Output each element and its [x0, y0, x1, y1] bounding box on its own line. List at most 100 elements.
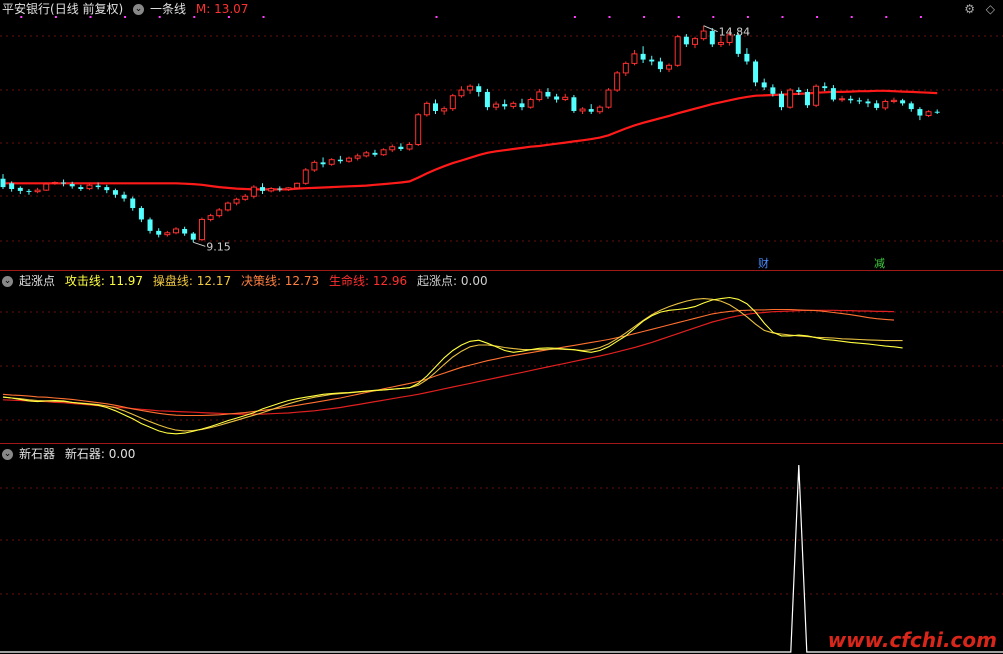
candle-body — [250, 186, 257, 197]
candle-body — [527, 99, 534, 108]
candle-body — [441, 108, 448, 112]
candle-body — [0, 178, 6, 188]
top-marker — [850, 16, 853, 18]
candle-body — [717, 41, 724, 45]
juece-line-label: 决策线: 12.73 — [240, 274, 320, 288]
candle-body — [121, 194, 127, 199]
candle-body — [787, 89, 794, 108]
candle-body — [449, 95, 456, 110]
gongji-line-label: 攻击线: 11.97 — [64, 274, 144, 288]
candle-body — [900, 100, 906, 104]
candle-body — [164, 232, 171, 236]
chevron-down-icon[interactable]: ⌄ — [2, 276, 13, 287]
candle-body — [579, 108, 586, 112]
chevron-down-icon[interactable]: ⌄ — [133, 4, 145, 15]
oscillator-name[interactable]: 起涨点 — [19, 274, 55, 288]
qizhang-point-label: 起涨点: 0.00 — [417, 274, 488, 288]
stock-chart: 14.84 9.15 — [0, 16, 1003, 653]
candle-body — [571, 97, 577, 111]
top-marker — [816, 16, 819, 18]
candle-body — [285, 187, 292, 190]
candle-body — [207, 215, 214, 220]
gongji-line — [2, 296, 903, 435]
candle-body — [78, 187, 84, 189]
candle-body — [389, 146, 396, 151]
candle-body — [502, 104, 508, 107]
candle-body — [874, 103, 880, 108]
period-label: (日线 前复权) — [50, 2, 124, 16]
oscillator-panel-header: ⌄ 起涨点 攻击线: 11.97 操盘线: 12.17 决策线: 12.73 生命… — [2, 273, 494, 289]
candle-body — [363, 152, 370, 157]
top-marker — [262, 16, 265, 18]
candle-body — [649, 59, 655, 62]
candle-body — [674, 36, 681, 66]
finance-tag[interactable]: 财 — [756, 257, 771, 270]
candle-body — [700, 30, 707, 40]
candle-body — [890, 99, 897, 102]
candle-body — [666, 64, 673, 70]
top-marker — [643, 16, 646, 18]
candle-body — [95, 185, 101, 188]
top-marker — [885, 16, 888, 18]
candle-body — [476, 86, 482, 92]
candle-body — [519, 103, 525, 108]
m-value: M: 13.07 — [195, 2, 249, 16]
candle-body — [268, 188, 275, 192]
candle-body — [882, 100, 889, 109]
top-marker — [608, 16, 611, 18]
candle-body — [415, 114, 422, 145]
candle-body — [614, 72, 621, 91]
candle-body — [86, 184, 93, 190]
candle-body — [294, 182, 301, 189]
candle-body — [588, 109, 594, 112]
stock-name[interactable]: 平安银行 — [2, 2, 50, 16]
chevron-down-icon[interactable]: ⌄ — [2, 449, 13, 460]
candle-body — [683, 36, 689, 45]
top-marker — [573, 16, 576, 18]
candle-body — [9, 183, 15, 189]
candle-body — [467, 85, 474, 91]
candle-body — [26, 190, 32, 192]
xinshiqi-value: 新石器: 0.00 — [64, 447, 136, 461]
indicator-name[interactable]: 一条线 — [150, 2, 186, 16]
reduction-tag[interactable]: 减 — [872, 257, 887, 270]
xinshiqi-name[interactable]: 新石器 — [19, 447, 55, 461]
candle-body — [380, 149, 387, 156]
candle-body — [908, 103, 914, 110]
candle-body — [190, 233, 196, 240]
candle-body — [493, 103, 500, 108]
main-panel-header: 平安银行(日线 前复权) ⌄ 一条线 M: 13.07 — [2, 1, 254, 17]
candle-body — [779, 93, 784, 108]
candle-body — [554, 96, 560, 100]
high-price-label: 14.84 — [719, 26, 751, 39]
candle-body — [692, 38, 698, 45]
candle-body — [198, 218, 205, 241]
candle-body — [596, 106, 603, 113]
settings-gear-icon[interactable]: ⚙ — [964, 2, 975, 16]
candle-body — [839, 98, 846, 101]
diamond-icon[interactable]: ◇ — [986, 2, 995, 16]
candle-body — [406, 143, 413, 150]
candle-body — [328, 159, 335, 165]
candle-body — [848, 98, 854, 101]
candle-body — [138, 208, 144, 220]
candle-body — [216, 209, 223, 217]
candle-body — [562, 96, 569, 101]
candle-body — [856, 100, 862, 102]
candle-body — [320, 162, 326, 165]
candle-body — [631, 53, 638, 64]
candle-body — [830, 88, 836, 100]
candle-body — [657, 61, 663, 70]
candle-body — [242, 195, 249, 200]
candle-body — [622, 62, 629, 74]
candle-body — [233, 198, 240, 204]
candle-body — [156, 230, 162, 235]
candle-body — [130, 198, 136, 209]
xinshiqi-panel-header: ⌄ 新石器 新石器: 0.00 — [2, 446, 141, 462]
candle-body — [761, 82, 767, 88]
candle-body — [51, 182, 58, 185]
candle-body — [34, 189, 41, 193]
caopan-line-label: 操盘线: 12.17 — [152, 274, 232, 288]
candle-body — [260, 187, 265, 191]
candle-body — [753, 61, 759, 83]
